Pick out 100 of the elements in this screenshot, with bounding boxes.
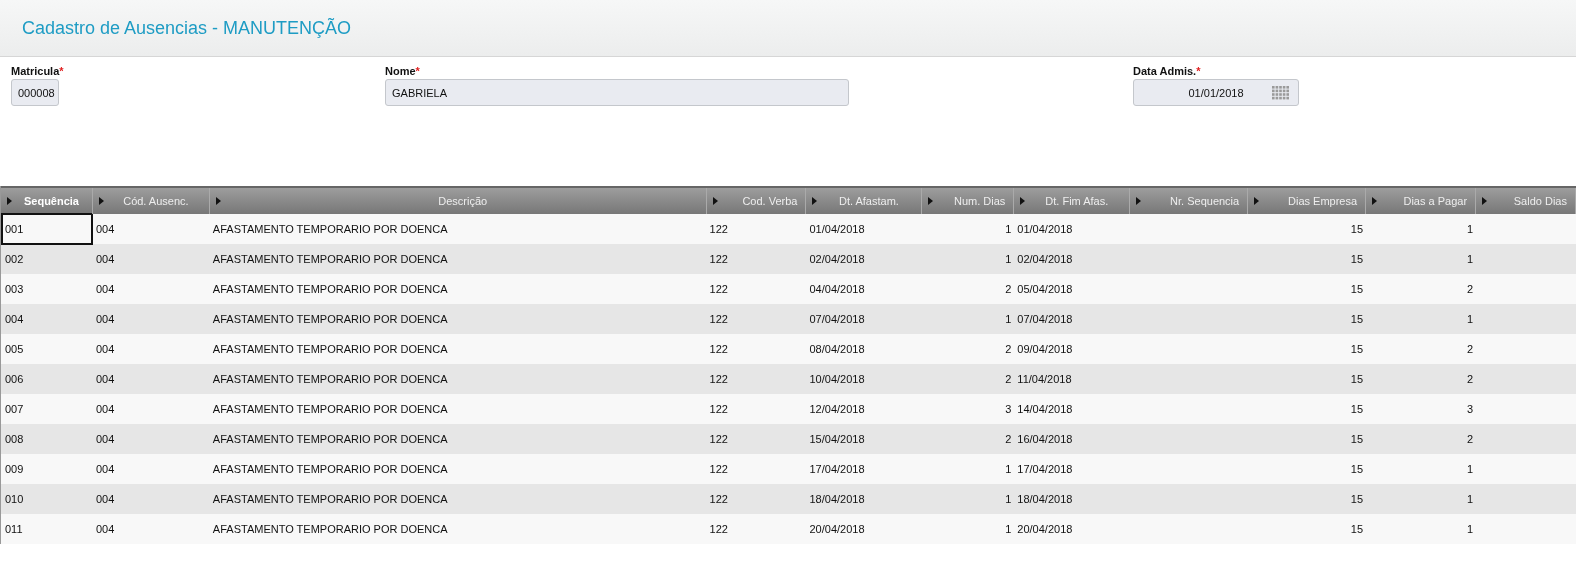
table-cell: 004 — [95, 463, 115, 475]
table-cell: 122 — [709, 463, 728, 475]
table-cell: 1 — [1005, 523, 1012, 535]
table-cell: 1 — [1466, 223, 1474, 235]
triangle-icon — [1254, 197, 1260, 205]
table-cell-text: 002 — [4, 252, 25, 267]
required-mark: * — [1196, 65, 1201, 77]
table-cell: 2 — [1466, 283, 1474, 295]
table-cell-text: 007 — [4, 402, 25, 417]
table-cell: 15 — [1350, 493, 1364, 505]
table-cell: 1 — [1005, 223, 1012, 235]
table-cell: 122 — [709, 343, 728, 355]
table-cell: 04/04/2018 — [809, 283, 865, 295]
table-cell: 15 — [1350, 253, 1364, 265]
table-cell: 004 — [95, 523, 115, 535]
table-cell: 15 — [1350, 403, 1364, 415]
table-cell: 15 — [1350, 313, 1364, 325]
table-cell: 1 — [1005, 313, 1012, 325]
table-cell: 122 — [709, 373, 728, 385]
table-cell: 15 — [1350, 343, 1364, 355]
table-cell: AFASTAMENTO TEMPORARIO POR DOENCA — [212, 283, 448, 295]
input-field[interactable]: GABRIELA — [385, 79, 849, 106]
table-cell: 02/04/2018 — [1017, 253, 1073, 265]
table-cell: 004 — [95, 493, 115, 505]
table-cell: 2 — [1005, 283, 1012, 295]
table-cell: 122 — [709, 523, 728, 535]
table-cell-text: 008 — [4, 432, 25, 447]
table-cell: AFASTAMENTO TEMPORARIO POR DOENCA — [212, 253, 448, 265]
table-cell: 1 — [1466, 463, 1474, 475]
table-cell: 15 — [1350, 373, 1364, 385]
triangle-icon — [1482, 197, 1488, 205]
triangle-icon — [928, 197, 934, 205]
table-cell: 122 — [709, 313, 728, 325]
table-cell: 15 — [1350, 223, 1364, 235]
field-label: Matricula — [11, 65, 60, 77]
table-cell: 122 — [709, 253, 728, 265]
table-cell-text: 003 — [4, 282, 25, 297]
table-cell: 122 — [709, 493, 728, 505]
table-cell-text: 005 — [4, 342, 25, 357]
column-header[interactable]: Sequência — [1, 188, 93, 214]
table-cell: 1 — [1466, 493, 1474, 505]
triangle-icon — [215, 197, 221, 205]
table-cell: 122 — [709, 223, 728, 235]
table-cell: 07/04/2018 — [809, 313, 865, 325]
table-cell: 16/04/2018 — [1017, 433, 1073, 445]
triangle-icon — [1136, 197, 1142, 205]
table-cell: 01/04/2018 — [1017, 223, 1073, 235]
table-cell-text: 010 — [4, 492, 25, 507]
table-cell: 004 — [95, 373, 115, 385]
table-cell: 122 — [709, 403, 728, 415]
table-cell: 17/04/2018 — [1017, 463, 1073, 475]
table-cell: 3 — [1466, 403, 1474, 415]
table-cell: 2 — [1466, 433, 1474, 445]
table-cell: 17/04/2018 — [809, 463, 865, 475]
table-cell: 122 — [709, 283, 728, 295]
triangle-icon — [98, 197, 104, 205]
calendar-icon[interactable] — [1272, 86, 1290, 100]
input-field[interactable]: 01/01/2018 — [1133, 79, 1299, 106]
table-cell: 15 — [1350, 283, 1364, 295]
table-cell: 004 — [95, 253, 115, 265]
table-cell: 1 — [1466, 523, 1474, 535]
table-cell: 004 — [95, 433, 115, 445]
table-cell: 10/04/2018 — [809, 373, 865, 385]
required-mark: * — [59, 65, 64, 77]
table-cell: 20/04/2018 — [809, 523, 865, 535]
input-field[interactable]: 000008 — [11, 79, 59, 106]
table-cell: 2 — [1005, 433, 1012, 445]
table-cell: AFASTAMENTO TEMPORARIO POR DOENCA — [212, 373, 448, 385]
table-cell: 05/04/2018 — [1017, 283, 1073, 295]
table-cell: 2 — [1005, 343, 1012, 355]
table-cell: 15 — [1350, 523, 1364, 535]
table-cell: AFASTAMENTO TEMPORARIO POR DOENCA — [212, 493, 448, 505]
table-cell-text: 009 — [4, 462, 25, 477]
triangle-icon — [7, 197, 12, 205]
triangle-icon — [812, 197, 818, 205]
table-cell: 02/04/2018 — [809, 253, 865, 265]
triangle-icon — [1372, 197, 1378, 205]
table-cell: 11/04/2018 — [1017, 373, 1072, 385]
table-cell: 2 — [1466, 373, 1474, 385]
table-cell-text: 011 — [4, 522, 24, 537]
table-cell: 2 — [1005, 373, 1012, 385]
table-cell-text: 004 — [4, 312, 25, 327]
field-label: Nome — [385, 65, 416, 77]
table-cell: 2 — [1466, 343, 1474, 355]
table-cell: 18/04/2018 — [809, 493, 865, 505]
table-cell: AFASTAMENTO TEMPORARIO POR DOENCA — [212, 403, 448, 415]
field-label: Data Admis. — [1133, 65, 1197, 77]
table-cell: 07/04/2018 — [1017, 313, 1073, 325]
table-cell: 004 — [95, 343, 115, 355]
table-cell: 18/04/2018 — [1017, 493, 1073, 505]
table-cell: 122 — [709, 433, 728, 445]
table-cell: 1 — [1005, 493, 1012, 505]
table-cell: AFASTAMENTO TEMPORARIO POR DOENCA — [212, 433, 448, 445]
triangle-icon — [1020, 197, 1026, 205]
table-cell: 15/04/2018 — [809, 433, 865, 445]
table-cell: 12/04/2018 — [809, 403, 865, 415]
table-cell: 15 — [1350, 433, 1364, 445]
table-cell: 001 — [1, 213, 93, 245]
table-cell: 004 — [95, 403, 115, 415]
table-cell: 20/04/2018 — [1017, 523, 1073, 535]
